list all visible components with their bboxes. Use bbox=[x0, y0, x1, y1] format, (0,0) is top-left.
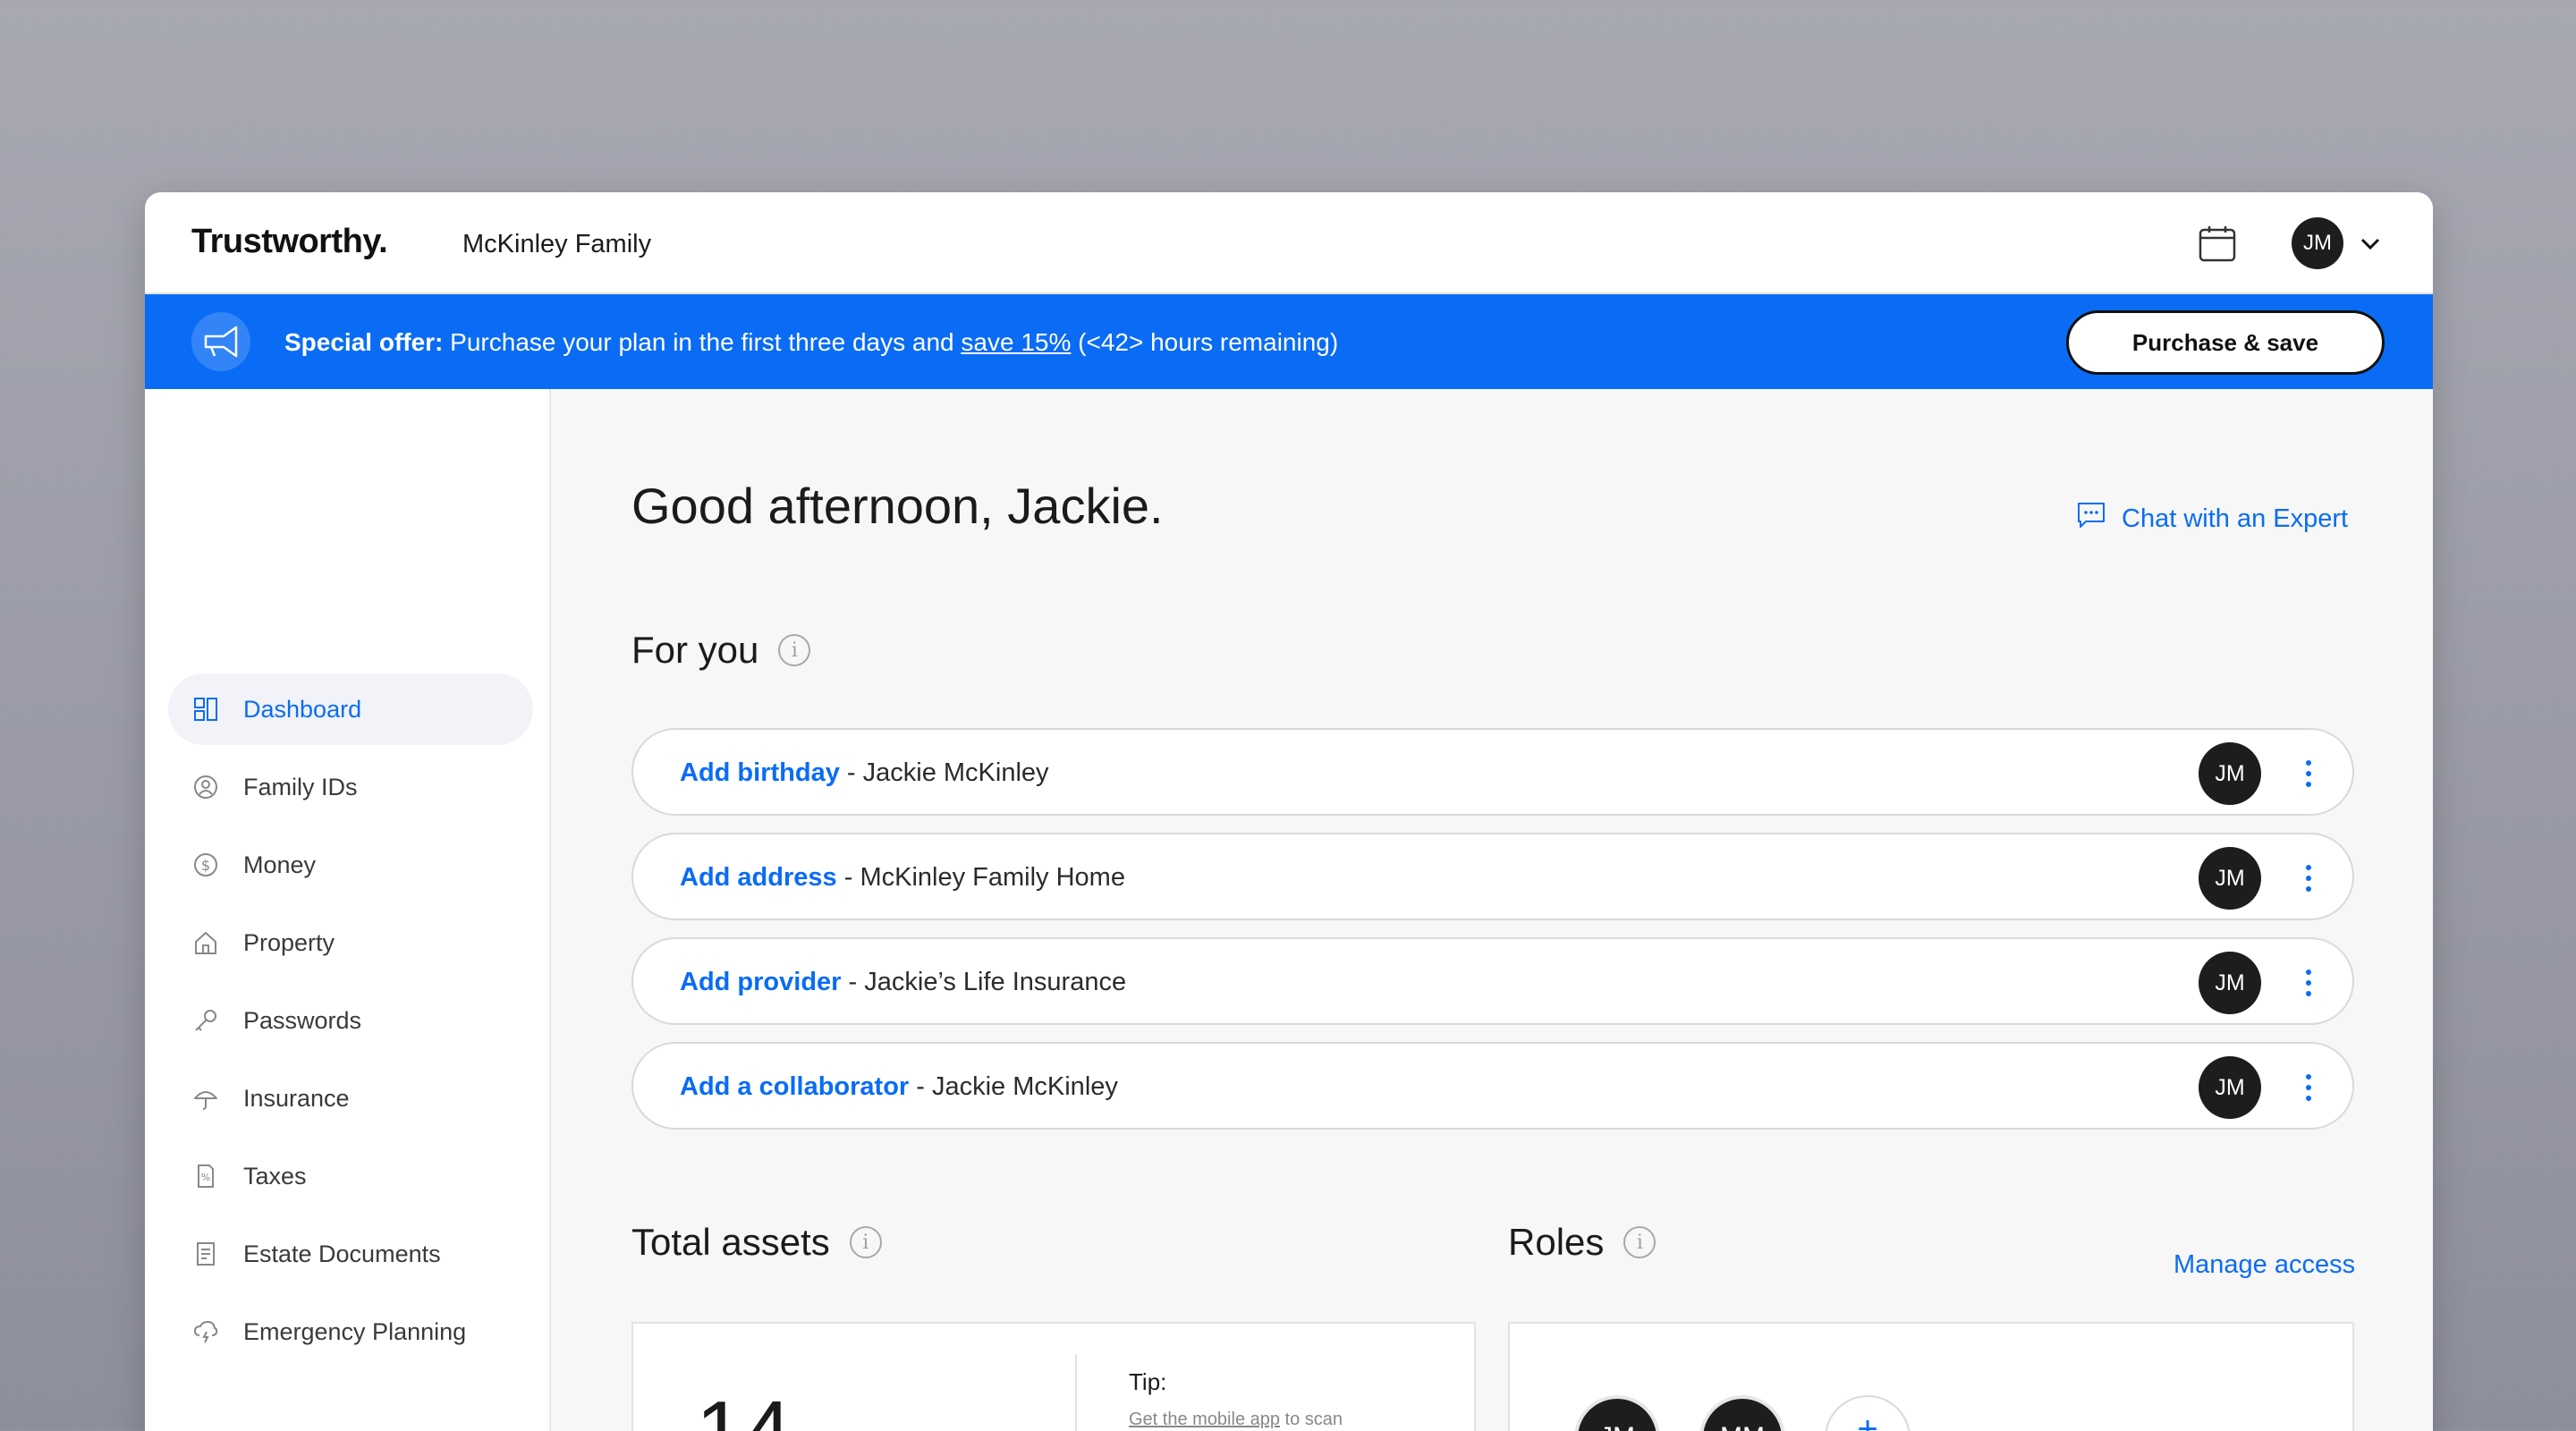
task-separator: - bbox=[836, 863, 860, 892]
more-vertical-icon[interactable] bbox=[2286, 751, 2331, 796]
task-text: Add a collaborator - Jackie McKinley bbox=[680, 1072, 1118, 1102]
save-link[interactable]: save 15% bbox=[961, 328, 1071, 356]
sidebar-item-label: Estate Documents bbox=[243, 1240, 441, 1267]
task-action-link[interactable]: Add provider bbox=[680, 968, 841, 996]
greeting-title: Good afternoon, Jackie. bbox=[631, 478, 1164, 534]
task-subject: Jackie McKinley bbox=[862, 758, 1049, 787]
megaphone-icon bbox=[191, 312, 250, 371]
more-vertical-icon[interactable] bbox=[2286, 1065, 2331, 1110]
chat-link-label: Chat with an Expert bbox=[2122, 504, 2349, 533]
info-icon[interactable]: i bbox=[1623, 1226, 1657, 1258]
for-you-title: For you bbox=[631, 629, 759, 671]
task-text: Add provider - Jackie’s Life Insurance bbox=[680, 968, 1126, 997]
sidebar-item-emergency-planning[interactable]: Emergency Planning bbox=[168, 1296, 533, 1367]
add-role-button[interactable]: + bbox=[1825, 1395, 1911, 1431]
manage-access-link[interactable]: Manage access bbox=[2174, 1250, 2355, 1280]
task-action-link[interactable]: Add address bbox=[680, 863, 837, 892]
task-card[interactable]: Add birthday - Jackie McKinley JM bbox=[631, 728, 2354, 816]
task-action-link[interactable]: Add a collaborator bbox=[680, 1072, 909, 1101]
role-avatar[interactable]: JM bbox=[1574, 1395, 1660, 1431]
chat-expert-link[interactable]: Chat with an Expert bbox=[2077, 502, 2348, 536]
sidebar-item-family-ids[interactable]: Family IDs bbox=[168, 751, 533, 823]
task-card[interactable]: Add provider - Jackie’s Life Insurance J… bbox=[631, 937, 2354, 1025]
logo[interactable]: Trustworthy. bbox=[191, 223, 388, 261]
sidebar-item-label: Insurance bbox=[243, 1084, 350, 1112]
sidebar-item-estate-documents[interactable]: Estate Documents bbox=[168, 1218, 533, 1290]
sidebar-item-insurance[interactable]: Insurance bbox=[168, 1063, 533, 1134]
task-separator: - bbox=[839, 758, 863, 787]
more-vertical-icon[interactable] bbox=[2286, 856, 2331, 901]
home-icon bbox=[193, 930, 218, 955]
task-text: Add address - McKinley Family Home bbox=[680, 863, 1125, 893]
divider bbox=[1075, 1354, 1077, 1431]
task-separator: - bbox=[909, 1072, 932, 1101]
family-name[interactable]: McKinley Family bbox=[462, 230, 651, 259]
sidebar-item-label: Property bbox=[243, 928, 335, 956]
promo-banner: Special offer: Purchase your plan in the… bbox=[145, 294, 2433, 389]
mobile-app-link[interactable]: Get the mobile app bbox=[1129, 1410, 1280, 1429]
top-header: Trustworthy. McKinley Family JM bbox=[145, 192, 2433, 294]
storm-icon bbox=[193, 1319, 218, 1344]
sidebar-item-label: Passwords bbox=[243, 1006, 362, 1034]
info-icon[interactable]: i bbox=[849, 1226, 882, 1258]
assignee-avatar[interactable]: JM bbox=[2199, 1056, 2261, 1119]
user-avatar[interactable]: JM bbox=[2292, 217, 2343, 269]
umbrella-icon bbox=[193, 1086, 218, 1111]
task-subject: Jackie’s Life Insurance bbox=[864, 968, 1127, 996]
for-you-section-title: For you i bbox=[631, 629, 811, 672]
roles-section-title: Roles i bbox=[1508, 1221, 1657, 1264]
svg-text:%: % bbox=[201, 1172, 210, 1183]
offer-remaining: (<42> hours remaining) bbox=[1071, 328, 1339, 356]
assignee-avatar[interactable]: JM bbox=[2199, 742, 2261, 805]
chevron-down-icon[interactable] bbox=[2358, 232, 2383, 257]
promo-text: Special offer: Purchase your plan in the… bbox=[284, 328, 1338, 357]
total-assets-card: 14 Tip: Get the mobile app to scan bbox=[631, 1322, 1476, 1431]
dollar-icon: $ bbox=[193, 852, 218, 877]
person-icon bbox=[193, 775, 218, 800]
assignee-avatar[interactable]: JM bbox=[2199, 847, 2261, 910]
sidebar-item-money[interactable]: $ Money bbox=[168, 829, 533, 901]
sidebar-item-property[interactable]: Property bbox=[168, 907, 533, 978]
sidebar-item-label: Family IDs bbox=[243, 773, 358, 800]
task-subject: McKinley Family Home bbox=[860, 863, 1125, 892]
total-assets-title: Total assets bbox=[631, 1221, 830, 1263]
task-action-link[interactable]: Add birthday bbox=[680, 758, 840, 787]
roles-card: JM MM + bbox=[1508, 1322, 2354, 1431]
assignee-avatar[interactable]: JM bbox=[2199, 952, 2261, 1014]
offer-text: Purchase your plan in the first three da… bbox=[443, 328, 962, 356]
offer-label: Special offer: bbox=[284, 328, 444, 356]
roles-title: Roles bbox=[1508, 1221, 1605, 1263]
calendar-icon[interactable] bbox=[2195, 221, 2240, 266]
tip-label: Tip: bbox=[1129, 1368, 1167, 1395]
task-card[interactable]: Add a collaborator - Jackie McKinley JM bbox=[631, 1042, 2354, 1130]
sidebar-item-dashboard[interactable]: Dashboard bbox=[168, 673, 533, 745]
sidebar-item-label: Dashboard bbox=[243, 695, 362, 723]
sidebar-item-label: Emergency Planning bbox=[243, 1317, 467, 1345]
tip-text: Get the mobile app to scan bbox=[1129, 1410, 1343, 1430]
sidebar-item-passwords[interactable]: Passwords bbox=[168, 985, 533, 1056]
total-assets-section-title: Total assets i bbox=[631, 1221, 882, 1264]
info-icon[interactable]: i bbox=[778, 634, 811, 666]
role-avatar[interactable]: MM bbox=[1699, 1395, 1785, 1431]
tip-text-rest: to scan bbox=[1280, 1410, 1343, 1429]
sidebar-item-label: Money bbox=[243, 851, 317, 878]
sidebar-item-taxes[interactable]: % Taxes bbox=[168, 1140, 533, 1212]
key-icon bbox=[193, 1008, 218, 1033]
task-card[interactable]: Add address - McKinley Family Home JM bbox=[631, 833, 2354, 920]
app-window: Trustworthy. McKinley Family JM Special … bbox=[145, 192, 2433, 1431]
task-subject: Jackie McKinley bbox=[931, 1072, 1118, 1101]
sidebar-item-label: Taxes bbox=[243, 1162, 307, 1190]
purchase-button[interactable]: Purchase & save bbox=[2066, 310, 2385, 375]
total-assets-count: 14 bbox=[696, 1383, 792, 1431]
more-vertical-icon[interactable] bbox=[2286, 961, 2331, 1005]
dashboard-icon bbox=[193, 697, 218, 722]
percent-icon: % bbox=[193, 1164, 218, 1189]
document-icon bbox=[193, 1241, 218, 1266]
sidebar: Dashboard Family IDs $ Money Property Pa… bbox=[145, 389, 551, 1431]
task-text: Add birthday - Jackie McKinley bbox=[680, 758, 1049, 788]
svg-text:$: $ bbox=[201, 857, 210, 874]
chat-icon bbox=[2077, 502, 2106, 536]
task-separator: - bbox=[841, 968, 865, 996]
